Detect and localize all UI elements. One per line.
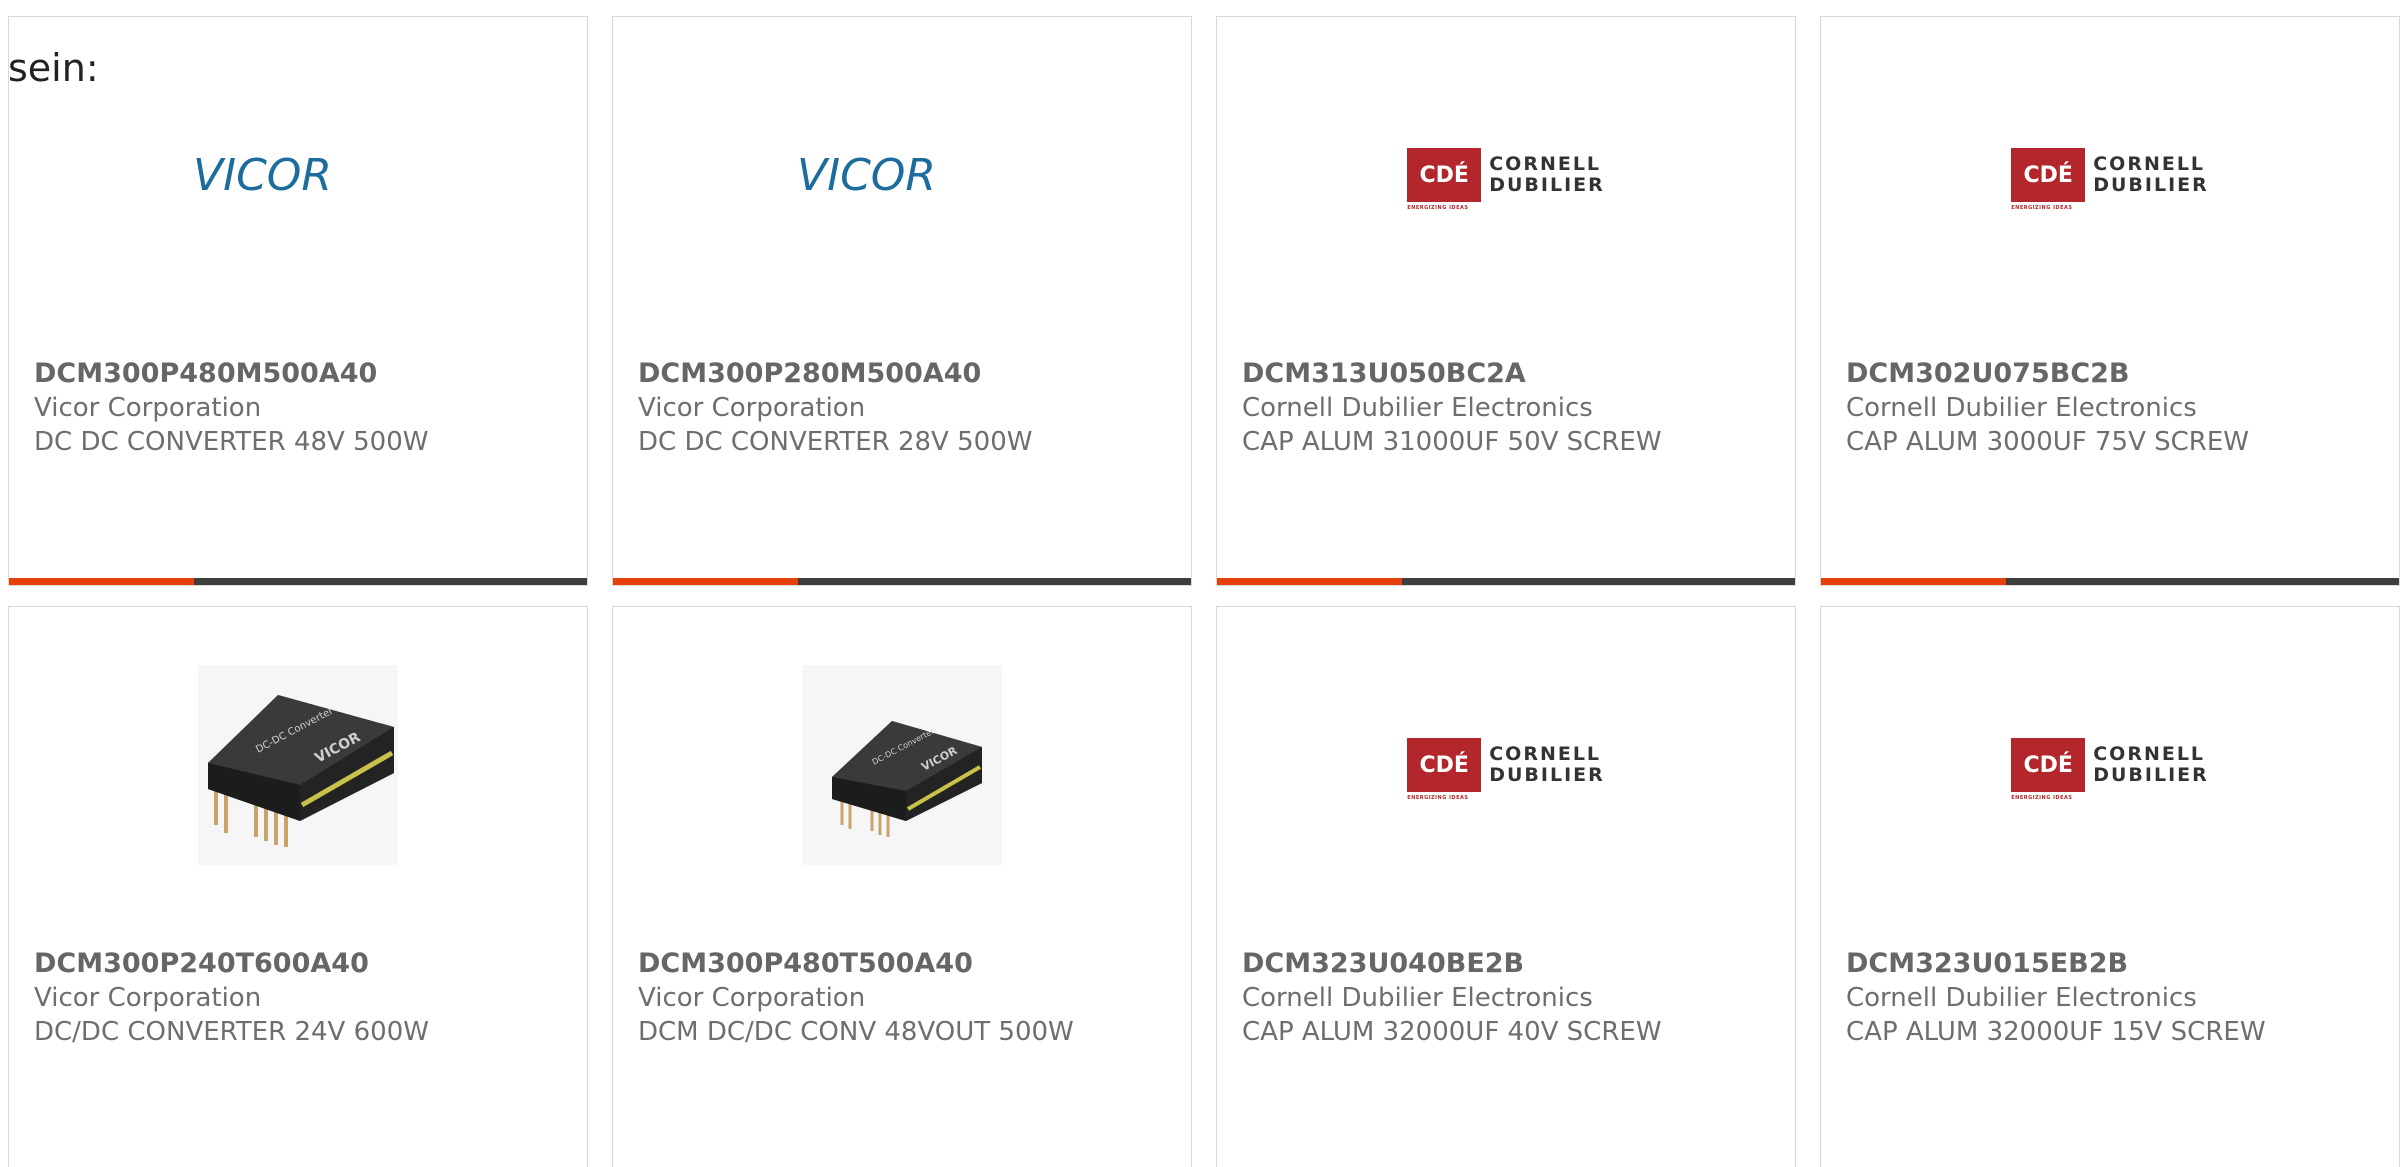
description: DC DC CONVERTER 48V 500W: [34, 427, 429, 457]
description: CAP ALUM 32000UF 15V SCREW: [1846, 1017, 2266, 1047]
cde-logo: CDÉ ENERGIZING IDEAS CORNELL DUBILIER: [2011, 148, 2209, 211]
cde-logo: CDÉ ENERGIZING IDEAS CORNELL DUBILIER: [1407, 148, 1605, 211]
manufacturer: Vicor Corporation: [34, 983, 262, 1013]
product-info: DCM300P480T500A40 Vicor Corporation DCM …: [638, 947, 1171, 1049]
product-image: CDÉ ENERGIZING IDEAS CORNELL DUBILIER: [1821, 665, 2399, 865]
progress-fill: [9, 578, 194, 585]
product-card[interactable]: DC-DC Converter VICOR DCM300P240T600A40 …: [8, 606, 588, 1167]
manufacturer: Cornell Dubilier Electronics: [1242, 393, 1593, 423]
progress-fill: [613, 578, 798, 585]
product-grid: VICOR DCM300P480M500A40 Vicor Corporatio…: [8, 16, 2400, 1167]
description: CAP ALUM 32000UF 40V SCREW: [1242, 1017, 1662, 1047]
product-image: DC-DC Converter VICOR: [9, 665, 587, 865]
cde-logo: CDÉ ENERGIZING IDEAS CORNELL DUBILIER: [1407, 738, 1605, 801]
manufacturer: Cornell Dubilier Electronics: [1242, 983, 1593, 1013]
part-number[interactable]: DCM300P280M500A40: [638, 357, 1171, 391]
dc-converter-photo: DC-DC Converter VICOR: [198, 665, 398, 865]
product-image: VICOR: [613, 75, 1191, 275]
product-card[interactable]: VICOR DCM300P280M500A40 Vicor Corporatio…: [612, 16, 1192, 586]
product-card[interactable]: CDÉ ENERGIZING IDEAS CORNELL DUBILIER DC…: [1216, 606, 1796, 1167]
progress-bar: [1217, 578, 1795, 585]
manufacturer: Vicor Corporation: [638, 393, 866, 423]
manufacturer: Vicor Corporation: [638, 983, 866, 1013]
product-card-link[interactable]: VICOR DCM300P480M500A40 Vicor Corporatio…: [9, 17, 587, 585]
svg-text:VICOR: VICOR: [797, 154, 936, 196]
part-number[interactable]: DCM302U075BC2B: [1846, 357, 2379, 391]
progress-bar: [1821, 578, 2399, 585]
description: CAP ALUM 3000UF 75V SCREW: [1846, 427, 2249, 457]
overlay-text: sein:: [8, 46, 99, 90]
description: CAP ALUM 31000UF 50V SCREW: [1242, 427, 1662, 457]
part-number[interactable]: DCM323U015EB2B: [1846, 947, 2379, 981]
product-info: DCM302U075BC2B Cornell Dubilier Electron…: [1846, 357, 2379, 459]
product-card[interactable]: DC-DC Converter VICOR DCM300P480T500A40 …: [612, 606, 1192, 1167]
description: DCM DC/DC CONV 48VOUT 500W: [638, 1017, 1074, 1047]
part-number[interactable]: DCM300P480M500A40: [34, 357, 567, 391]
product-card[interactable]: CDÉ ENERGIZING IDEAS CORNELL DUBILIER DC…: [1820, 606, 2400, 1167]
part-number[interactable]: DCM313U050BC2A: [1242, 357, 1775, 391]
product-card-link[interactable]: CDÉ ENERGIZING IDEAS CORNELL DUBILIER DC…: [1821, 17, 2399, 585]
vicor-logo: VICOR: [193, 154, 403, 196]
product-card-link[interactable]: CDÉ ENERGIZING IDEAS CORNELL DUBILIER DC…: [1821, 607, 2399, 1167]
product-info: DCM300P280M500A40 Vicor Corporation DC D…: [638, 357, 1171, 459]
vicor-logo: VICOR: [797, 154, 1007, 196]
product-card[interactable]: CDÉ ENERGIZING IDEAS CORNELL DUBILIER DC…: [1216, 16, 1796, 586]
product-card[interactable]: CDÉ ENERGIZING IDEAS CORNELL DUBILIER DC…: [1820, 16, 2400, 586]
manufacturer: Cornell Dubilier Electronics: [1846, 983, 2197, 1013]
description: DC DC CONVERTER 28V 500W: [638, 427, 1033, 457]
product-image: CDÉ ENERGIZING IDEAS CORNELL DUBILIER: [1217, 75, 1795, 275]
product-card-link[interactable]: VICOR DCM300P280M500A40 Vicor Corporatio…: [613, 17, 1191, 585]
manufacturer: Vicor Corporation: [34, 393, 262, 423]
product-image: CDÉ ENERGIZING IDEAS CORNELL DUBILIER: [1821, 75, 2399, 275]
manufacturer: Cornell Dubilier Electronics: [1846, 393, 2197, 423]
cde-logo: CDÉ ENERGIZING IDEAS CORNELL DUBILIER: [2011, 738, 2209, 801]
progress-bar: [9, 578, 587, 585]
svg-text:VICOR: VICOR: [193, 154, 332, 196]
product-image: VICOR: [9, 75, 587, 275]
product-info: DCM313U050BC2A Cornell Dubilier Electron…: [1242, 357, 1775, 459]
product-card[interactable]: VICOR DCM300P480M500A40 Vicor Corporatio…: [8, 16, 588, 586]
product-card-link[interactable]: CDÉ ENERGIZING IDEAS CORNELL DUBILIER DC…: [1217, 607, 1795, 1167]
progress-bar: [613, 578, 1191, 585]
product-info: DCM323U040BE2B Cornell Dubilier Electron…: [1242, 947, 1775, 1049]
progress-fill: [1821, 578, 2006, 585]
product-grid-page: sein: VICOR DCM300P480M500A40 Vicor Corp…: [0, 0, 2400, 1167]
dc-converter-photo: DC-DC Converter VICOR: [802, 665, 1002, 865]
progress-fill: [1217, 578, 1402, 585]
product-image: CDÉ ENERGIZING IDEAS CORNELL DUBILIER: [1217, 665, 1795, 865]
part-number[interactable]: DCM323U040BE2B: [1242, 947, 1775, 981]
product-info: DCM300P480M500A40 Vicor Corporation DC D…: [34, 357, 567, 459]
part-number[interactable]: DCM300P480T500A40: [638, 947, 1171, 981]
product-card-link[interactable]: CDÉ ENERGIZING IDEAS CORNELL DUBILIER DC…: [1217, 17, 1795, 585]
description: DC/DC CONVERTER 24V 600W: [34, 1017, 429, 1047]
product-info: DCM323U015EB2B Cornell Dubilier Electron…: [1846, 947, 2379, 1049]
part-number[interactable]: DCM300P240T600A40: [34, 947, 567, 981]
product-info: DCM300P240T600A40 Vicor Corporation DC/D…: [34, 947, 567, 1049]
product-card-link[interactable]: DC-DC Converter VICOR DCM300P240T600A40 …: [9, 607, 587, 1167]
product-image: DC-DC Converter VICOR: [613, 665, 1191, 865]
product-card-link[interactable]: DC-DC Converter VICOR DCM300P480T500A40 …: [613, 607, 1191, 1167]
